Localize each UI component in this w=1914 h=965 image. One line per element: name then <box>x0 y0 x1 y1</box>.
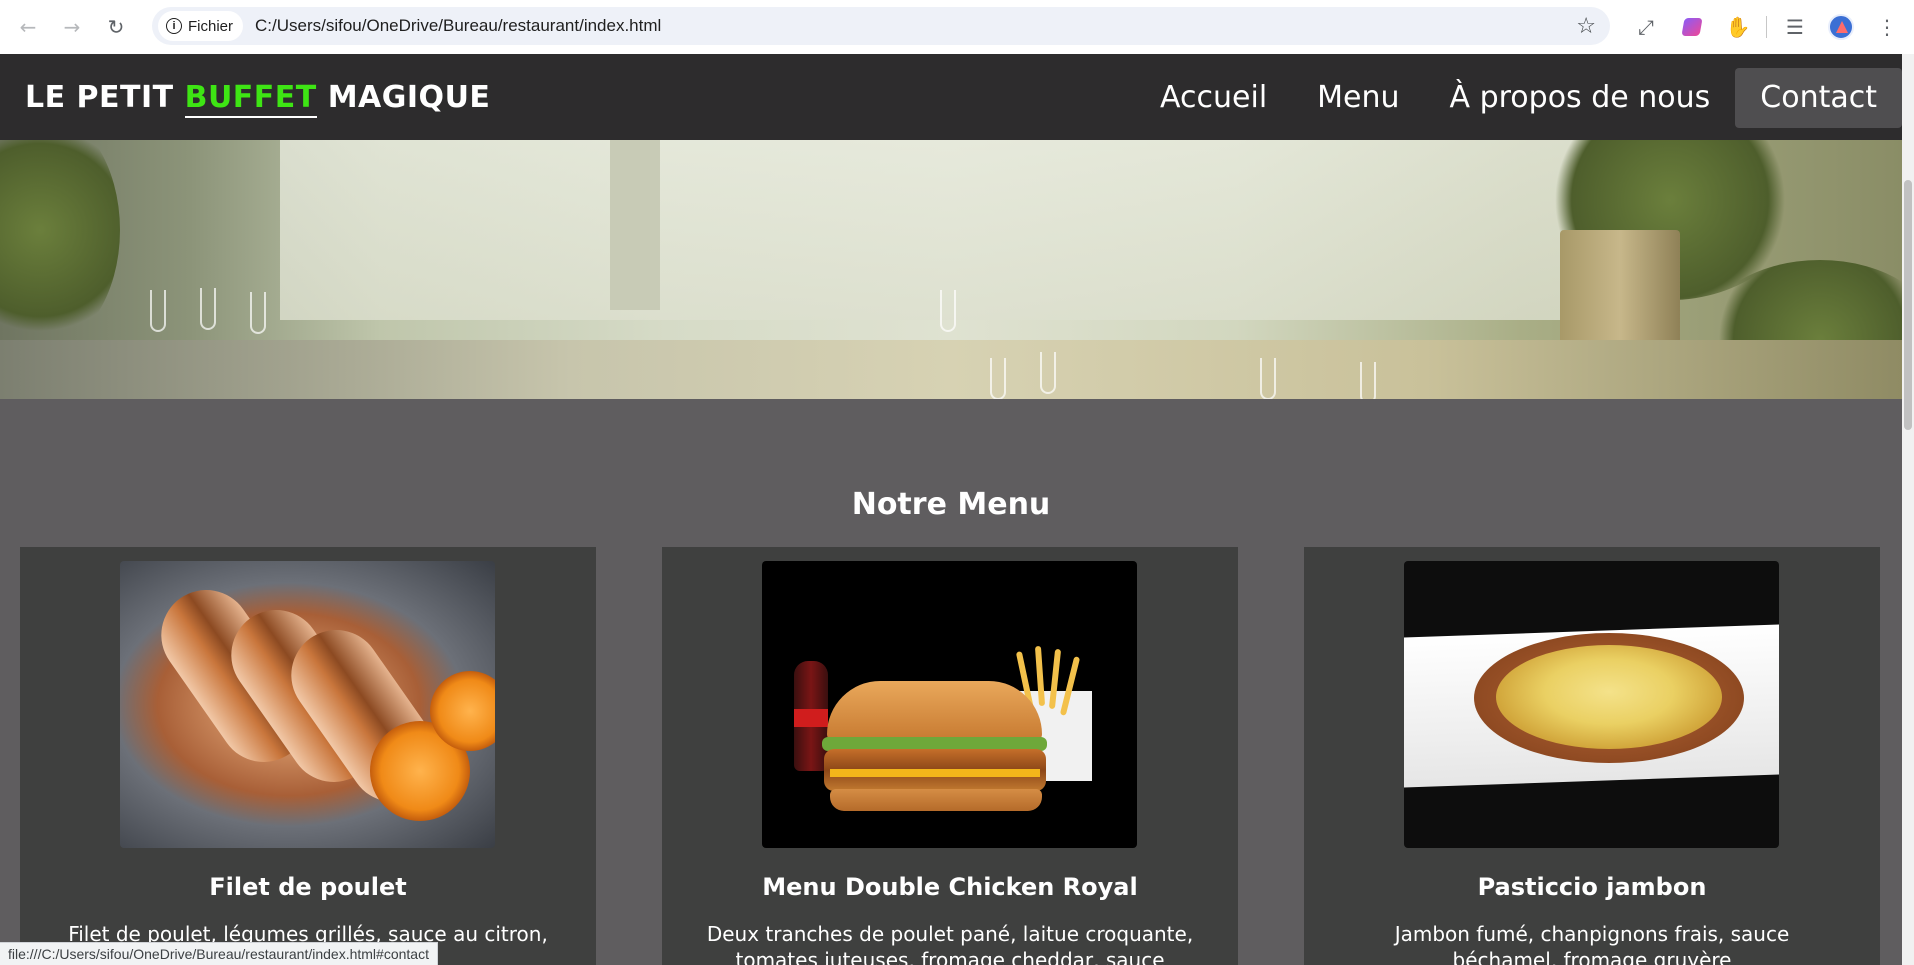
site-logo[interactable]: LE PETIT BUFFET MAGIQUE <box>25 79 491 118</box>
dish-name: Filet de poulet <box>209 873 407 901</box>
logo-part1: LE PETIT <box>25 79 174 115</box>
menu-card: Menu Double Chicken Royal Deux tranches … <box>662 547 1238 965</box>
dish-description: Deux tranches de poulet pané, laitue cro… <box>706 922 1194 965</box>
browser-toolbar: ← → ↻ i Fichier C:/Users/sifou/OneDrive/… <box>0 0 1914 54</box>
logo-accent: BUFFET <box>184 79 317 118</box>
menu-section: Notre Menu Filet de poulet Filet de poul… <box>0 399 1902 965</box>
nav-menu[interactable]: Menu <box>1292 68 1424 128</box>
nav-a-propos[interactable]: À propos de nous <box>1425 68 1736 128</box>
dish-photo-filet-poulet <box>120 561 495 848</box>
logo-part2: MAGIQUE <box>327 79 491 115</box>
menu-card: Pasticcio jambon Jambon fumé, chanpignon… <box>1304 547 1880 965</box>
nav-accueil[interactable]: Accueil <box>1135 68 1292 128</box>
toolbar-divider <box>1766 16 1767 38</box>
site-header: LE PETIT BUFFET MAGIQUE Accueil Menu À p… <box>0 54 1902 140</box>
extensions-icon[interactable]: ✋ <box>1720 9 1756 45</box>
more-menu-icon[interactable]: ⋮ <box>1869 9 1905 45</box>
info-icon: i <box>166 18 182 34</box>
fullscreen-icon[interactable]: ⤢ <box>1628 9 1664 45</box>
gemini-icon[interactable] <box>1674 9 1710 45</box>
dish-photo-pasticcio-jambon <box>1404 561 1779 848</box>
back-icon[interactable]: ← <box>10 9 46 45</box>
link-status-bar: file:///C:/Users/sifou/OneDrive/Bureau/r… <box>0 942 438 965</box>
url-text[interactable]: C:/Users/sifou/OneDrive/Bureau/restauran… <box>255 16 661 36</box>
hero-restaurant-image <box>0 140 1902 399</box>
media-queue-icon[interactable]: ☰ <box>1777 9 1813 45</box>
bookmark-star-icon[interactable]: ☆ <box>1576 14 1596 39</box>
scrollbar-thumb[interactable] <box>1904 180 1912 430</box>
dish-description: Jambon fumé, chanpignons frais, sauce bé… <box>1394 922 1790 965</box>
dish-name: Pasticcio jambon <box>1477 873 1707 901</box>
forward-icon[interactable]: → <box>54 9 90 45</box>
main-nav: Accueil Menu À propos de nous Contact <box>1135 68 1902 128</box>
reload-icon[interactable]: ↻ <box>98 9 134 45</box>
profile-avatar[interactable] <box>1823 9 1859 45</box>
site-chip-label: Fichier <box>188 17 234 35</box>
dish-name: Menu Double Chicken Royal <box>762 873 1138 901</box>
menu-card: Filet de poulet Filet de poulet, légumes… <box>20 547 596 965</box>
nav-contact[interactable]: Contact <box>1735 68 1902 128</box>
address-bar[interactable]: i Fichier C:/Users/sifou/OneDrive/Bureau… <box>152 7 1610 45</box>
dish-photo-double-chicken-royal <box>762 561 1137 848</box>
section-title: Notre Menu <box>851 487 1051 522</box>
site-info-chip[interactable]: i Fichier <box>158 11 244 41</box>
